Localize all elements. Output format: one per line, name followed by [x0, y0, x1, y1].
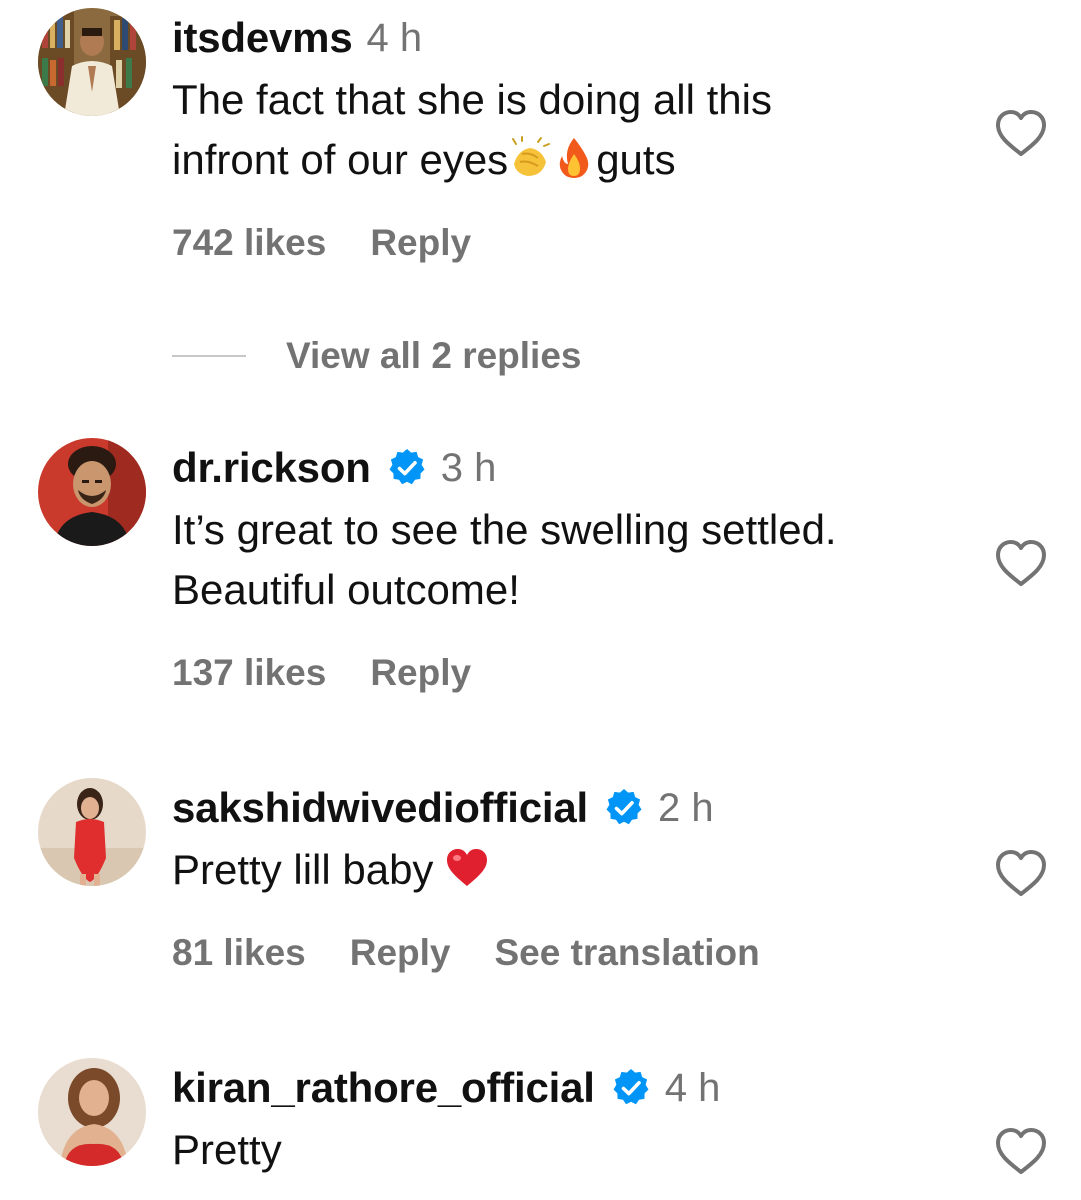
like-heart-icon[interactable] [994, 538, 1048, 588]
avatar[interactable] [38, 778, 146, 886]
comment-text: The fact that she is doing all this infr… [172, 70, 961, 190]
likes-count[interactable]: 137 likes [172, 652, 326, 694]
like-heart-icon[interactable] [994, 108, 1048, 158]
reply-button[interactable]: Reply [370, 222, 471, 264]
username[interactable]: itsdevms [172, 14, 353, 62]
view-replies-row: View all 2 replies [172, 332, 582, 380]
see-translation-button[interactable]: See translation [495, 932, 760, 974]
likes-count[interactable]: 81 likes [172, 932, 306, 974]
timestamp[interactable]: 4 h [367, 16, 423, 61]
comment-kiran-rathore-official: kiran_rathore_official 4 h Pretty [0, 1050, 1081, 1200]
username[interactable]: sakshidwivediofficial [172, 784, 588, 832]
like-heart-icon[interactable] [994, 848, 1048, 898]
red-heart-emoji [445, 846, 489, 890]
comment-body: sakshidwivediofficial 2 h Pretty lill ba… [172, 782, 961, 900]
comment-sakshidwivediofficial: sakshidwivediofficial 2 h Pretty lill ba… [0, 770, 1081, 1020]
timestamp[interactable]: 3 h [441, 446, 497, 491]
comment-body: kiran_rathore_official 4 h Pretty [172, 1062, 961, 1180]
comment-text: Pretty lill baby [172, 840, 961, 900]
comment-actions: 81 likes Reply See translation [172, 932, 804, 974]
username[interactable]: kiran_rathore_official [172, 1064, 595, 1112]
timestamp[interactable]: 2 h [658, 786, 714, 831]
avatar[interactable] [38, 8, 146, 116]
reply-button[interactable]: Reply [350, 932, 451, 974]
verified-badge-icon [611, 1068, 651, 1108]
comment-itsdevms: itsdevms 4 h The fact that she is doing … [0, 0, 1081, 400]
timestamp[interactable]: 4 h [665, 1066, 721, 1111]
comment-text-part2: guts [596, 136, 676, 183]
fire-emoji [552, 136, 596, 180]
username[interactable]: dr.rickson [172, 444, 371, 492]
comment-text: It’s great to see the swelling settled. … [172, 506, 837, 613]
comment-text: Pretty [172, 1126, 282, 1173]
comment-header: itsdevms 4 h [172, 12, 961, 64]
comment-text-content: Pretty lill baby [172, 846, 446, 893]
comment-text-part1: The fact that she is doing all this infr… [172, 76, 772, 183]
comment-actions: 742 likes Reply [172, 222, 515, 264]
comment-body: dr.rickson 3 h It’s great to see the swe… [172, 442, 961, 620]
like-heart-icon[interactable] [994, 1126, 1048, 1176]
replies-divider [172, 355, 246, 357]
reply-button[interactable]: Reply [370, 652, 471, 694]
verified-badge-icon [387, 448, 427, 488]
comment-body: itsdevms 4 h The fact that she is doing … [172, 12, 961, 190]
comment-header: dr.rickson 3 h [172, 442, 961, 494]
clapping-hands-emoji [508, 136, 552, 180]
verified-badge-icon [604, 788, 644, 828]
likes-count[interactable]: 742 likes [172, 222, 326, 264]
comment-header: sakshidwivediofficial 2 h [172, 782, 961, 834]
avatar[interactable] [38, 1058, 146, 1166]
comment-header: kiran_rathore_official 4 h [172, 1062, 961, 1114]
comment-actions: 137 likes Reply [172, 652, 515, 694]
view-all-replies-button[interactable]: View all 2 replies [286, 335, 582, 377]
avatar[interactable] [38, 438, 146, 546]
comment-dr-rickson: dr.rickson 3 h It’s great to see the swe… [0, 430, 1081, 730]
